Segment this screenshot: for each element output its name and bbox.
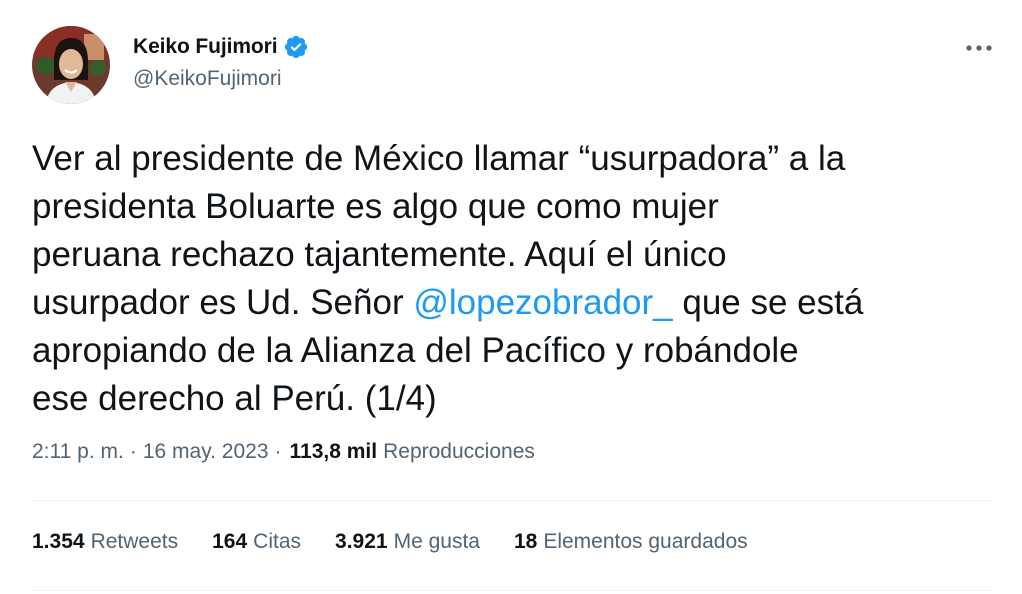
- views-count: 113,8 mil: [289, 440, 378, 463]
- quotes-count: 164: [212, 530, 248, 553]
- avatar[interactable]: [32, 26, 110, 104]
- bookmarks-label: Elementos guardados: [543, 530, 748, 553]
- tweet-time[interactable]: 2:11 p. m.: [32, 440, 124, 464]
- tweet-text-line: que se está: [672, 283, 864, 322]
- likes-stat[interactable]: 3.921 Me gusta: [335, 530, 480, 554]
- tweet-card: Keiko Fujimori @KeikoFujimori Ver al pre…: [0, 0, 1022, 594]
- engagement-stats: 1.354 Retweets 164 Citas 3.921 Me gusta 18 E…: [32, 530, 782, 554]
- retweets-count: 1.354: [32, 530, 85, 553]
- meta-separator: ·: [274, 440, 282, 463]
- tweet-text-line: ese derecho al Perú. (1/4): [32, 379, 437, 418]
- tweet-text-line: Ver al presidente de México llamar “usur…: [32, 139, 846, 178]
- tweet-meta: 2:11 p. m. · 16 may. 2023 · 113,8 mil Re…: [32, 440, 535, 464]
- tweet-text: Ver al presidente de México llamar “usur…: [32, 135, 1007, 423]
- display-name[interactable]: Keiko Fujimori: [133, 35, 278, 59]
- quotes-label: Citas: [253, 530, 302, 553]
- bookmarks-count: 18: [513, 530, 538, 553]
- likes-count: 3.921: [335, 530, 388, 553]
- author-block: Keiko Fujimori @KeikoFujimori: [133, 30, 309, 91]
- author-handle[interactable]: @KeikoFujimori: [133, 67, 309, 91]
- more-options-icon[interactable]: [962, 36, 996, 60]
- divider: [32, 500, 994, 501]
- retweets-stat[interactable]: 1.354 Retweets: [32, 530, 178, 554]
- bookmarks-stat[interactable]: 18 Elementos guardados: [514, 530, 748, 554]
- meta-separator: ·: [129, 440, 137, 463]
- tweet-text-line: peruana rechazo tajantemente. Aquí el ún…: [32, 235, 727, 274]
- tweet-text-line: presidenta Boluarte es algo que como muj…: [32, 187, 719, 226]
- divider: [32, 590, 994, 591]
- profile-photo-icon: [32, 26, 110, 104]
- tweet-date[interactable]: 16 may. 2023: [143, 440, 269, 464]
- verified-badge-icon[interactable]: [283, 34, 309, 60]
- likes-label: Me gusta: [393, 530, 480, 553]
- mention-link[interactable]: @lopezobrador_: [413, 283, 672, 322]
- retweets-label: Retweets: [90, 530, 179, 553]
- tweet-text-line: apropiando de la Alianza del Pacífico y …: [32, 331, 799, 370]
- views-label[interactable]: Reproducciones: [383, 440, 535, 464]
- tweet-text-line: usurpador es Ud. Señor: [32, 283, 414, 322]
- quotes-stat[interactable]: 164 Citas: [212, 530, 301, 554]
- display-name-row: Keiko Fujimori: [133, 30, 309, 64]
